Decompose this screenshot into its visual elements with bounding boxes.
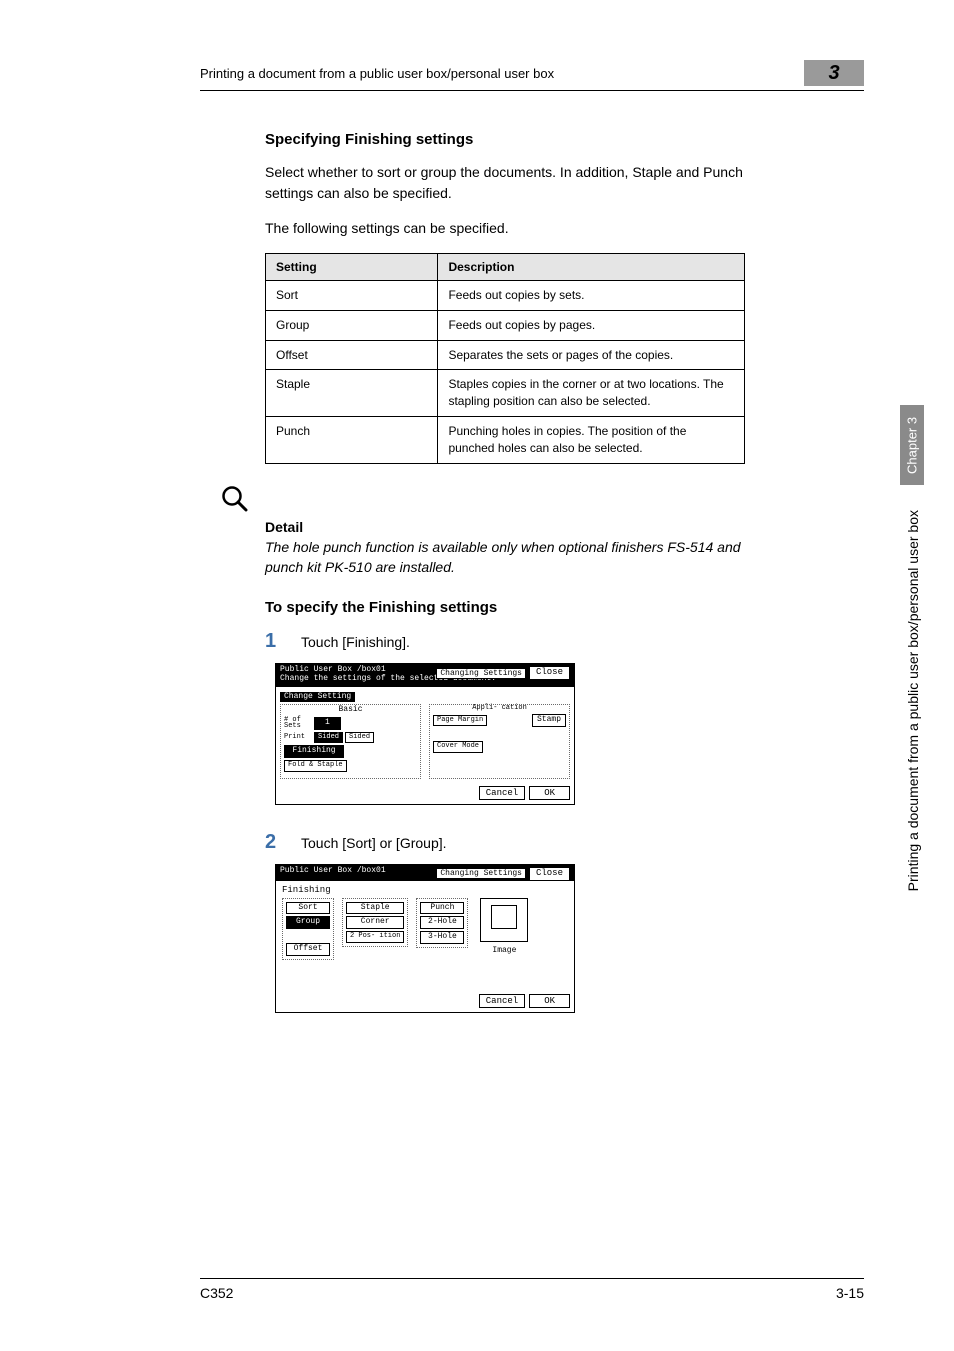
header-title: Printing a document from a public user b… [200, 66, 554, 81]
table-row: Sort Feeds out copies by sets. [266, 281, 745, 311]
procedure-title: To specify the Finishing settings [265, 599, 745, 616]
two-position-button[interactable]: 2 Pos- ition [346, 931, 404, 943]
table-row: Offset Separates the sets or pages of th… [266, 340, 745, 370]
setting-name: Sort [266, 281, 438, 311]
intro-paragraph-2: The following settings can be specified. [265, 218, 745, 239]
cancel-button[interactable]: Cancel [479, 786, 525, 800]
setting-desc: Separates the sets or pages of the copie… [438, 340, 745, 370]
basic-column: Basic # of Sets 1 Print Sided Sided Fini… [280, 704, 421, 779]
magnifier-icon [220, 484, 745, 517]
finishing-button[interactable]: Finishing [284, 745, 344, 758]
setting-desc: Feeds out copies by pages. [438, 310, 745, 340]
panel-title-bar: Public User Box /box01 Change the settin… [276, 664, 574, 687]
close-button[interactable]: Close [529, 666, 570, 680]
touchscreen-panel-1: Public User Box /box01 Change the settin… [275, 663, 575, 805]
table-header-setting: Setting [266, 254, 438, 281]
detail-text: The hole punch function is available onl… [265, 537, 745, 578]
chapter-number-badge: 3 [804, 60, 864, 86]
settings-table: Setting Description Sort Feeds out copie… [265, 253, 745, 464]
section-title: Specifying Finishing settings [265, 131, 745, 148]
page-margin-button[interactable]: Page Margin [433, 715, 487, 727]
page-header: Printing a document from a public user b… [200, 60, 864, 91]
table-row: Punch Punching holes in copies. The posi… [266, 416, 745, 463]
setting-name: Punch [266, 416, 438, 463]
main-content: Specifying Finishing settings Select whe… [265, 131, 745, 1013]
punch-button[interactable]: Punch [420, 902, 464, 915]
panel-body: Change Setting Basic # of Sets 1 Print S… [276, 687, 574, 783]
ok-button[interactable]: OK [529, 786, 570, 800]
staple-button[interactable]: Staple [346, 902, 404, 915]
basic-label: Basic [284, 705, 417, 714]
panel-footer: Cancel OK [276, 991, 574, 1012]
detail-label: Detail [265, 519, 745, 535]
page-footer: C352 3-15 [200, 1278, 864, 1301]
table-header-description: Description [438, 254, 745, 281]
punch-column: Punch 2-Hole 3-Hole [416, 898, 468, 948]
step-text: Touch [Finishing]. [301, 634, 410, 650]
two-hole-button[interactable]: 2-Hole [420, 916, 464, 929]
offset-button[interactable]: Offset [286, 943, 330, 956]
setting-name: Group [266, 310, 438, 340]
cover-mode-button[interactable]: Cover Mode [433, 741, 483, 753]
application-column: Appli- cation Page Margin Stamp Cover Mo… [429, 704, 570, 779]
cancel-button[interactable]: Cancel [479, 994, 525, 1008]
footer-model: C352 [200, 1285, 233, 1301]
application-label: Appli- cation [433, 705, 566, 711]
table-row: Group Feeds out copies by pages. [266, 310, 745, 340]
setting-desc: Feeds out copies by sets. [438, 281, 745, 311]
stamp-button[interactable]: Stamp [532, 714, 566, 727]
side-chapter-text: Printing a document from a public user b… [905, 510, 921, 891]
table-row: Staple Staples copies in the corner or a… [266, 370, 745, 417]
image-preview [480, 898, 528, 942]
footer-page-number: 3-15 [836, 1285, 864, 1301]
sided-button-2[interactable]: Sided [345, 732, 374, 744]
panel-title-bar: Public User Box /box01 Changing Settings… [276, 865, 574, 881]
panel-footer: Cancel OK [276, 783, 574, 804]
changing-settings-tag: Changing Settings [436, 668, 526, 679]
sets-value[interactable]: 1 [314, 717, 341, 730]
setting-name: Offset [266, 340, 438, 370]
ok-button[interactable]: OK [529, 994, 570, 1008]
panel-body: Finishing Sort Group Offset Staple Corne… [276, 881, 574, 991]
step-number: 1 [265, 630, 301, 653]
three-hole-button[interactable]: 3-Hole [420, 931, 464, 944]
side-chapter-tab: Chapter 3 [900, 405, 924, 485]
image-preview-column: Image [480, 898, 528, 955]
setting-desc: Staples copies in the corner or at two l… [438, 370, 745, 417]
setting-desc: Punching holes in copies. The position o… [438, 416, 745, 463]
change-setting-tab: Change Setting [280, 692, 355, 702]
sort-group-column: Sort Group Offset [282, 898, 334, 960]
setting-name: Staple [266, 370, 438, 417]
print-label: Print [284, 734, 312, 740]
sided-button-1[interactable]: Sided [314, 732, 343, 744]
step-number: 2 [265, 831, 301, 854]
sets-label: # of Sets [284, 717, 312, 730]
image-label: Image [492, 946, 516, 955]
touchscreen-panel-2: Public User Box /box01 Changing Settings… [275, 864, 575, 1013]
detail-block: Detail The hole punch function is availa… [265, 484, 745, 578]
close-button[interactable]: Close [529, 867, 570, 881]
intro-paragraph-1: Select whether to sort or group the docu… [265, 162, 745, 204]
changing-settings-tag: Changing Settings [436, 868, 526, 879]
corner-button[interactable]: Corner [346, 916, 404, 929]
fold-staple-button[interactable]: Fold & Staple [284, 760, 347, 772]
finishing-title: Finishing [282, 885, 568, 895]
group-button[interactable]: Group [286, 916, 330, 929]
step-2: 2 Touch [Sort] or [Group]. [265, 831, 745, 854]
sort-button[interactable]: Sort [286, 902, 330, 915]
staple-column: Staple Corner 2 Pos- ition [342, 898, 408, 947]
step-1: 1 Touch [Finishing]. [265, 630, 745, 653]
step-text: Touch [Sort] or [Group]. [301, 835, 447, 851]
